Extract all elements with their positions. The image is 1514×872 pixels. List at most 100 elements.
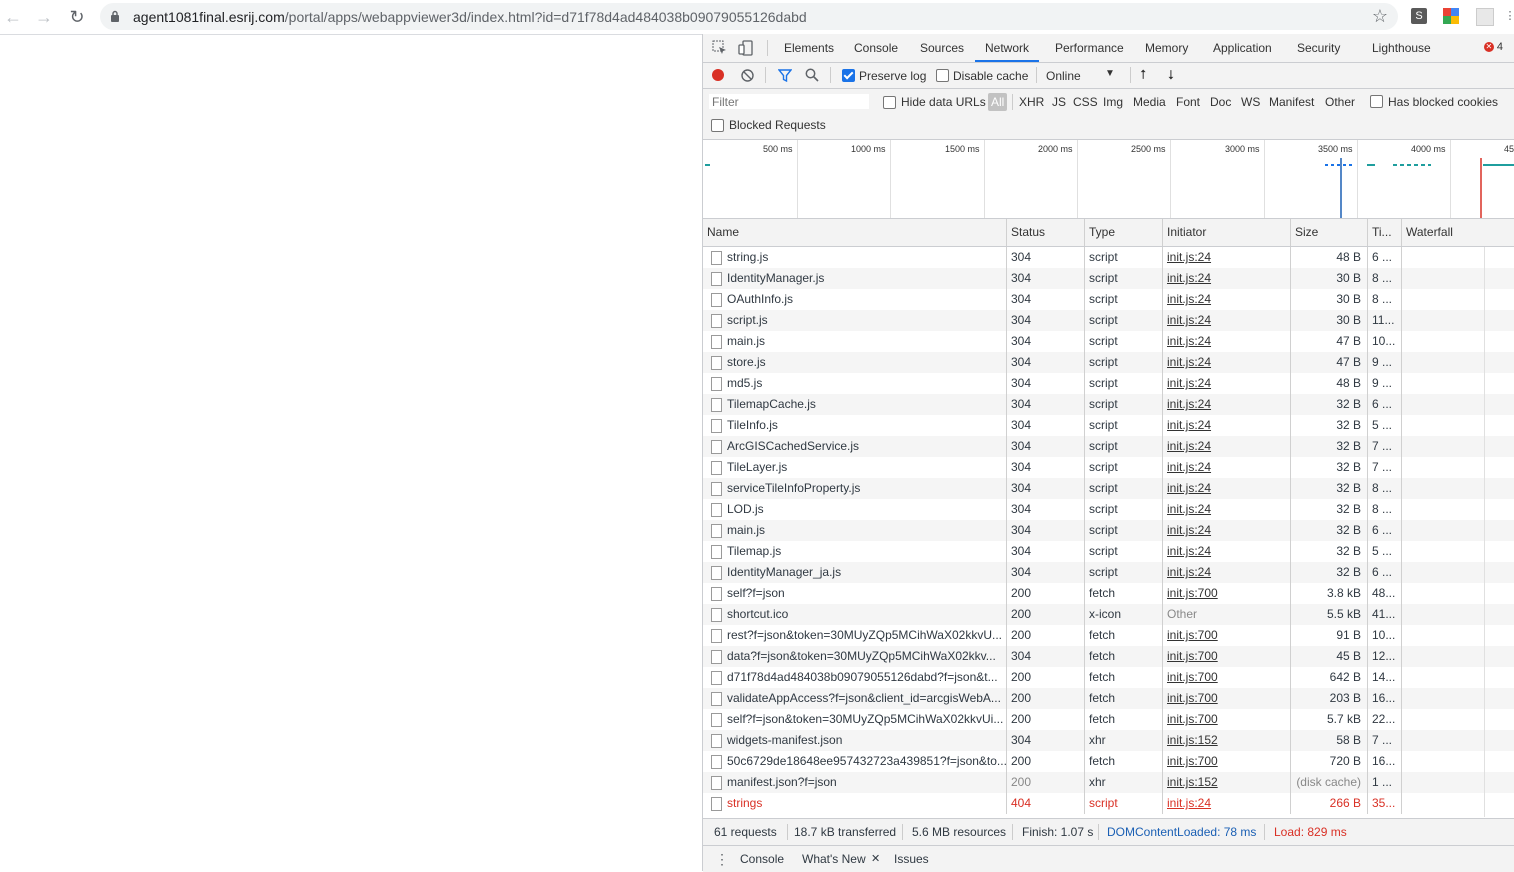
request-initiator[interactable]: init.js:24 <box>1167 481 1211 495</box>
drawer-tab-issues[interactable]: Issues <box>894 846 929 872</box>
column-waterfall[interactable]: Waterfall <box>1402 219 1514 246</box>
filter-icon[interactable] <box>778 69 792 82</box>
tab-network[interactable]: Network <box>975 34 1040 62</box>
request-row[interactable]: TilemapCache.js 304 script init.js:24 32 B 6 … <box>703 394 1514 415</box>
request-row[interactable]: self?f=json 200 fetch init.js:700 3.8 kB 48..… <box>703 583 1514 604</box>
request-row[interactable]: script.js 304 script init.js:24 30 B 11... <box>703 310 1514 331</box>
inspect-element-icon[interactable] <box>712 40 728 56</box>
export-har-icon[interactable]: ⭣ <box>1168 67 1174 83</box>
request-initiator[interactable]: init.js:700 <box>1167 649 1218 663</box>
extension-icon[interactable] <box>1476 8 1494 26</box>
request-initiator[interactable]: init.js:24 <box>1167 376 1211 390</box>
hide-data-urls-checkbox[interactable] <box>883 96 896 109</box>
has-blocked-cookies-checkbox[interactable] <box>1370 95 1383 108</box>
tab-application[interactable]: Application <box>1213 34 1272 62</box>
filter-type-media[interactable]: Media <box>1133 95 1166 109</box>
blocked-requests-checkbox[interactable] <box>711 119 724 132</box>
bookmark-star-icon[interactable]: ☆ <box>1372 6 1388 27</box>
request-row[interactable]: d71f78d4ad484038b09079055126dabd?f=json&… <box>703 667 1514 688</box>
request-initiator[interactable]: init.js:24 <box>1167 523 1211 537</box>
extension-google-icon[interactable] <box>1443 8 1459 24</box>
request-initiator[interactable]: init.js:700 <box>1167 754 1218 768</box>
filter-type-css[interactable]: CSS <box>1073 95 1098 109</box>
record-icon[interactable] <box>712 69 724 81</box>
request-initiator[interactable]: init.js:700 <box>1167 691 1218 705</box>
forward-arrow-icon[interactable]: → <box>33 6 55 28</box>
request-initiator[interactable]: init.js:24 <box>1167 397 1211 411</box>
request-initiator[interactable]: init.js:24 <box>1167 313 1211 327</box>
request-row[interactable]: md5.js 304 script init.js:24 48 B 9 ... <box>703 373 1514 394</box>
disable-cache-checkbox[interactable] <box>936 69 949 82</box>
tab-elements[interactable]: Elements <box>784 34 834 62</box>
column-initiator[interactable]: Initiator <box>1163 219 1291 246</box>
filter-type-img[interactable]: Img <box>1103 95 1123 109</box>
throttling-select[interactable]: Online <box>1046 69 1081 83</box>
request-row[interactable]: rest?f=json&token=30MUyZQp5MCihWaX02kkvU… <box>703 625 1514 646</box>
filter-input[interactable] <box>708 93 870 110</box>
request-initiator[interactable]: init.js:24 <box>1167 565 1211 579</box>
request-initiator[interactable]: init.js:24 <box>1167 418 1211 432</box>
request-row[interactable]: widgets-manifest.json 304 xhr init.js:152 58… <box>703 730 1514 751</box>
tab-performance[interactable]: Performance <box>1055 34 1124 62</box>
request-row[interactable]: main.js 304 script init.js:24 32 B 6 ... <box>703 520 1514 541</box>
request-row[interactable]: TileLayer.js 304 script init.js:24 32 B 7 ... <box>703 457 1514 478</box>
column-time[interactable]: Ti... <box>1368 219 1402 246</box>
tab-security[interactable]: Security <box>1297 34 1340 62</box>
request-row[interactable]: self?f=json&token=30MUyZQp5MCihWaX02kkvU… <box>703 709 1514 730</box>
column-name[interactable]: Name <box>703 219 1007 246</box>
request-initiator[interactable]: init.js:24 <box>1167 271 1211 285</box>
request-initiator[interactable]: init.js:24 <box>1167 796 1211 810</box>
request-row[interactable]: main.js 304 script init.js:24 47 B 10... <box>703 331 1514 352</box>
filter-type-ws[interactable]: WS <box>1241 95 1260 109</box>
request-row[interactable]: shortcut.ico 200 x-icon Other 5.5 kB 41... <box>703 604 1514 625</box>
request-initiator[interactable]: init.js:152 <box>1167 775 1218 789</box>
request-initiator[interactable]: init.js:24 <box>1167 544 1211 558</box>
column-status[interactable]: Status <box>1007 219 1085 246</box>
request-initiator[interactable]: init.js:700 <box>1167 628 1218 642</box>
request-row[interactable]: LOD.js 304 script init.js:24 32 B 8 ... <box>703 499 1514 520</box>
search-icon[interactable] <box>805 68 819 82</box>
request-row[interactable]: string.js 304 script init.js:24 48 B 6 ... <box>703 247 1514 268</box>
column-type[interactable]: Type <box>1085 219 1163 246</box>
filter-type-xhr[interactable]: XHR <box>1019 95 1044 109</box>
device-toolbar-icon[interactable] <box>738 40 754 56</box>
reload-icon[interactable]: ↻ <box>66 6 88 28</box>
back-arrow-icon[interactable]: ← <box>2 6 24 28</box>
tab-sources[interactable]: Sources <box>920 34 964 62</box>
request-row[interactable]: data?f=json&token=30MUyZQp5MCihWaX02kkv.… <box>703 646 1514 667</box>
request-initiator[interactable]: init.js:700 <box>1167 712 1218 726</box>
column-size[interactable]: Size <box>1291 219 1368 246</box>
request-initiator[interactable]: init.js:24 <box>1167 292 1211 306</box>
request-row[interactable]: 50c6729de18648ee957432723a439851?f=json&… <box>703 751 1514 772</box>
request-row[interactable]: serviceTileInfoProperty.js 304 script init.… <box>703 478 1514 499</box>
request-initiator[interactable]: init.js:24 <box>1167 250 1211 264</box>
drawer-tab-whats-new[interactable]: What's New <box>802 846 866 872</box>
tab-console[interactable]: Console <box>854 34 898 62</box>
close-icon[interactable]: ✕ <box>871 846 880 872</box>
request-row[interactable]: ArcGISCachedService.js 304 script init.js:2… <box>703 436 1514 457</box>
import-har-icon[interactable]: ⭡ <box>1140 67 1146 83</box>
request-row[interactable]: IdentityManager.js 304 script init.js:24 30 … <box>703 268 1514 289</box>
filter-type-font[interactable]: Font <box>1176 95 1200 109</box>
request-initiator[interactable]: init.js:700 <box>1167 586 1218 600</box>
request-row[interactable]: Tilemap.js 304 script init.js:24 32 B 5 ... <box>703 541 1514 562</box>
drawer-tab-console[interactable]: Console <box>740 846 784 872</box>
request-row[interactable]: IdentityManager_ja.js 304 script init.js:24… <box>703 562 1514 583</box>
filter-type-doc[interactable]: Doc <box>1210 95 1231 109</box>
filter-type-other[interactable]: Other <box>1325 95 1355 109</box>
request-initiator[interactable]: init.js:24 <box>1167 334 1211 348</box>
menu-icon[interactable]: ⋮ <box>1502 8 1514 24</box>
extension-s-icon[interactable]: S <box>1411 8 1427 24</box>
request-row[interactable]: manifest.json?f=json 200 xhr init.js:152 (di… <box>703 772 1514 793</box>
filter-type-js[interactable]: JS <box>1052 95 1066 109</box>
drawer-menu-icon[interactable]: ⋮ <box>715 846 729 872</box>
request-row[interactable]: strings 404 script init.js:24 266 B 35... <box>703 793 1514 814</box>
request-row[interactable]: TileInfo.js 304 script init.js:24 32 B 5 ... <box>703 415 1514 436</box>
address-bar[interactable]: agent1081final.esrij.com/portal/apps/web… <box>100 3 1398 30</box>
error-count-badge[interactable]: ✕ 4 <box>1483 41 1503 53</box>
request-row[interactable]: OAuthInfo.js 304 script init.js:24 30 B 8 ... <box>703 289 1514 310</box>
request-initiator[interactable]: init.js:24 <box>1167 355 1211 369</box>
request-initiator[interactable]: init.js:700 <box>1167 670 1218 684</box>
filter-type-manifest[interactable]: Manifest <box>1269 95 1314 109</box>
preserve-log-checkbox[interactable] <box>842 69 855 82</box>
